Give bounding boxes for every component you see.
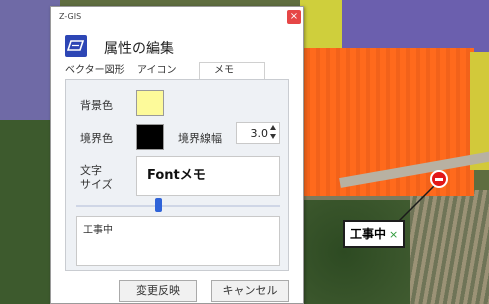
stepper-down-icon[interactable] <box>270 134 276 139</box>
tab-vector-shape[interactable]: ベクター図形 <box>65 63 125 79</box>
close-icon[interactable]: × <box>287 10 301 24</box>
stepper-arrows[interactable] <box>269 125 277 141</box>
cancel-button[interactable]: キャンセル <box>211 280 289 302</box>
border-width-stepper[interactable]: 3.0 <box>236 122 280 144</box>
background-color-label: 背景色 <box>80 99 113 112</box>
stepper-up-icon[interactable] <box>270 125 276 130</box>
callout-text: 工事中 <box>350 227 387 241</box>
shape-edit-icon <box>65 35 87 57</box>
border-color-label: 境界色 <box>80 132 113 145</box>
background-color-swatch[interactable] <box>136 90 164 116</box>
dialog-title: 属性の編集 <box>104 41 174 57</box>
crop-rows <box>410 190 489 304</box>
edit-attributes-dialog: Z-GIS × 属性の編集 ベクター図形 アイコン メモ 背景色 境界色 境界線… <box>50 6 304 304</box>
marker-bar <box>435 178 443 181</box>
apply-changes-button[interactable]: 変更反映 <box>119 280 197 302</box>
font-size-slider-track[interactable] <box>76 205 280 207</box>
font-size-slider-thumb[interactable] <box>154 198 162 212</box>
tab-memo[interactable]: メモ <box>199 62 265 80</box>
app-name: Z-GIS <box>59 12 82 21</box>
border-width-value: 3.0 <box>250 127 269 140</box>
font-preview: Fontメモ <box>136 156 280 196</box>
yellow-field-top <box>300 0 342 54</box>
border-width-label: 境界線幅 <box>178 132 222 145</box>
no-entry-marker-icon[interactable] <box>430 170 448 188</box>
tree-cluster <box>300 200 410 304</box>
memo-callout[interactable]: 工事中 × <box>343 220 405 248</box>
border-color-swatch[interactable] <box>136 124 164 150</box>
tab-icon[interactable]: アイコン <box>137 63 177 79</box>
memo-settings-panel: 背景色 境界色 境界線幅 3.0 文字 サイズ Fontメモ 工事中 <box>65 79 289 271</box>
callout-close-icon[interactable]: × <box>389 228 398 241</box>
font-size-label-line2: サイズ <box>80 178 113 191</box>
dialog-titlebar[interactable]: Z-GIS × <box>51 7 303 29</box>
memo-textarea[interactable]: 工事中 <box>76 216 280 266</box>
